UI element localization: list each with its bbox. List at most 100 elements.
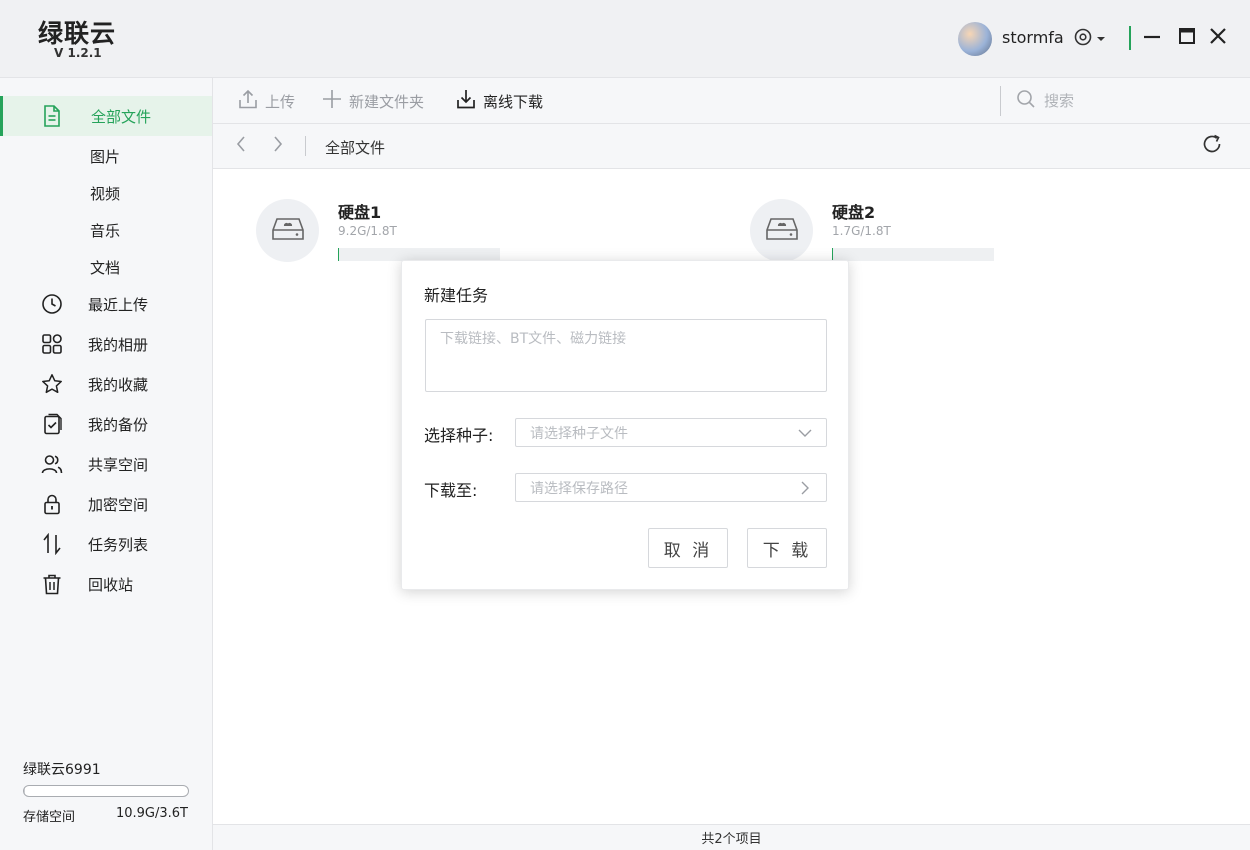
forward-button[interactable] [268, 136, 288, 156]
sidebar-subitem-images[interactable]: 图片 [90, 146, 120, 167]
sidebar-subitem-videos[interactable]: 视频 [90, 183, 120, 204]
settings-icon [1073, 27, 1093, 51]
search-divider [1000, 86, 1001, 116]
caret-down-icon [1096, 31, 1106, 47]
grid-icon [40, 332, 64, 356]
lock-icon [40, 492, 64, 516]
download-link-input[interactable] [425, 319, 827, 392]
backup-icon [40, 412, 64, 436]
sidebar-item-label: 回收站 [88, 575, 134, 594]
disk-name: 硬盘2 [832, 203, 876, 222]
sidebar-item-all-files[interactable]: 全部文件 [0, 96, 212, 136]
hard-drive-icon [271, 216, 305, 246]
sidebar-item-encrypted[interactable]: 加密空间 [0, 484, 212, 524]
hard-drive-icon [765, 216, 799, 246]
titlebar-divider [1129, 26, 1131, 50]
close-icon [1209, 27, 1227, 49]
plus-icon [321, 88, 343, 114]
seed-file-placeholder: 请选择种子文件 [530, 425, 628, 442]
chevron-right-icon [272, 136, 284, 156]
back-button[interactable] [231, 136, 251, 156]
sidebar: 全部文件 图片 视频 音乐 文档 最近上传 我的相册 我的收藏 我的备份 共享空… [0, 78, 213, 850]
disk-icon-circle [750, 199, 813, 262]
new-task-dialog: 新建任务 选择种子: 请选择种子文件 下载至: 请选择保存路径 取 消 下 载 [401, 260, 849, 590]
sidebar-item-label: 加密空间 [88, 495, 149, 514]
refresh-icon [1201, 133, 1223, 159]
disk-usage-fill [338, 248, 339, 261]
offline-download-button[interactable]: 离线下载 [455, 78, 543, 124]
save-path-placeholder: 请选择保存路径 [530, 480, 628, 497]
disk-usage: 1.7G/1.8T [832, 224, 891, 238]
sidebar-item-tasks[interactable]: 任务列表 [0, 524, 212, 564]
minimize-icon [1143, 27, 1161, 49]
settings-menu-button[interactable] [1073, 28, 1109, 50]
chevron-right-icon [798, 481, 812, 495]
sidebar-item-label: 我的收藏 [88, 375, 149, 394]
download-icon [455, 88, 477, 114]
refresh-button[interactable] [1200, 134, 1224, 158]
sidebar-item-recent-uploads[interactable]: 最近上传 [0, 284, 212, 324]
item-count: 共2个项目 [701, 832, 762, 847]
upload-icon [237, 88, 259, 114]
dialog-title: 新建任务 [424, 286, 489, 305]
search-input[interactable] [1044, 92, 1214, 110]
path-divider [305, 136, 306, 156]
disk-usage-bar [832, 248, 994, 261]
sidebar-item-favorites[interactable]: 我的收藏 [0, 364, 212, 404]
trash-icon [40, 572, 64, 596]
sidebar-subitem-music[interactable]: 音乐 [90, 220, 120, 241]
sidebar-subitem-documents[interactable]: 文档 [90, 257, 120, 278]
sidebar-item-backup[interactable]: 我的备份 [0, 404, 212, 444]
disk-card[interactable]: 硬盘2 1.7G/1.8T [750, 199, 1010, 265]
clock-icon [40, 292, 64, 316]
sidebar-item-label: 我的相册 [88, 335, 149, 354]
title-bar: 绿联云 V 1.2.1 stormfa [0, 0, 1250, 78]
disk-usage: 9.2G/1.8T [338, 224, 397, 238]
storage-value: 10.9G/3.6T [115, 806, 188, 821]
app-name: 绿联云 [38, 19, 117, 48]
path-label: 下载至: [424, 481, 478, 500]
avatar[interactable] [958, 22, 992, 56]
upload-button[interactable]: 上传 [237, 78, 295, 124]
sidebar-item-label: 全部文件 [91, 107, 152, 126]
disk-icon-circle [256, 199, 319, 262]
transfer-icon [40, 532, 64, 556]
offline-download-label: 离线下载 [483, 92, 544, 111]
cancel-button[interactable]: 取 消 [648, 528, 728, 568]
device-name: 绿联云6991 [23, 762, 101, 778]
sidebar-item-label: 共享空间 [88, 455, 149, 474]
toolbar: 上传 新建文件夹 离线下载 [213, 78, 1250, 124]
star-icon [40, 372, 64, 396]
search-box[interactable] [1016, 88, 1236, 114]
sidebar-item-label: 最近上传 [88, 295, 149, 314]
download-button[interactable]: 下 载 [747, 528, 827, 568]
path-bar: 全部文件 [213, 124, 1250, 169]
sidebar-item-albums[interactable]: 我的相册 [0, 324, 212, 364]
chevron-left-icon [235, 136, 247, 156]
username[interactable]: stormfa [1002, 28, 1064, 47]
seed-label: 选择种子: [424, 426, 494, 445]
sidebar-item-trash[interactable]: 回收站 [0, 564, 212, 604]
app-version: V 1.2.1 [54, 46, 102, 60]
users-icon [40, 452, 64, 476]
close-button[interactable] [1208, 28, 1228, 48]
search-icon [1016, 89, 1036, 113]
upload-label: 上传 [265, 92, 296, 111]
disk-card[interactable]: 硬盘1 9.2G/1.8T [256, 199, 516, 265]
file-icon [40, 104, 64, 128]
disk-name: 硬盘1 [338, 203, 382, 222]
sidebar-item-label: 我的备份 [88, 415, 149, 434]
chevron-down-icon [798, 426, 812, 440]
new-folder-button[interactable]: 新建文件夹 [321, 78, 424, 124]
storage-label: 存储空间 [23, 810, 76, 825]
save-path-select[interactable]: 请选择保存路径 [515, 473, 827, 502]
breadcrumb[interactable]: 全部文件 [325, 137, 385, 158]
storage-progress-bar [23, 785, 189, 797]
seed-file-select[interactable]: 请选择种子文件 [515, 418, 827, 447]
status-bar: 共2个项目 [213, 824, 1250, 850]
maximize-button[interactable] [1177, 28, 1197, 48]
new-folder-label: 新建文件夹 [349, 92, 425, 111]
sidebar-item-label: 任务列表 [88, 535, 149, 554]
minimize-button[interactable] [1142, 28, 1162, 48]
sidebar-item-shared[interactable]: 共享空间 [0, 444, 212, 484]
